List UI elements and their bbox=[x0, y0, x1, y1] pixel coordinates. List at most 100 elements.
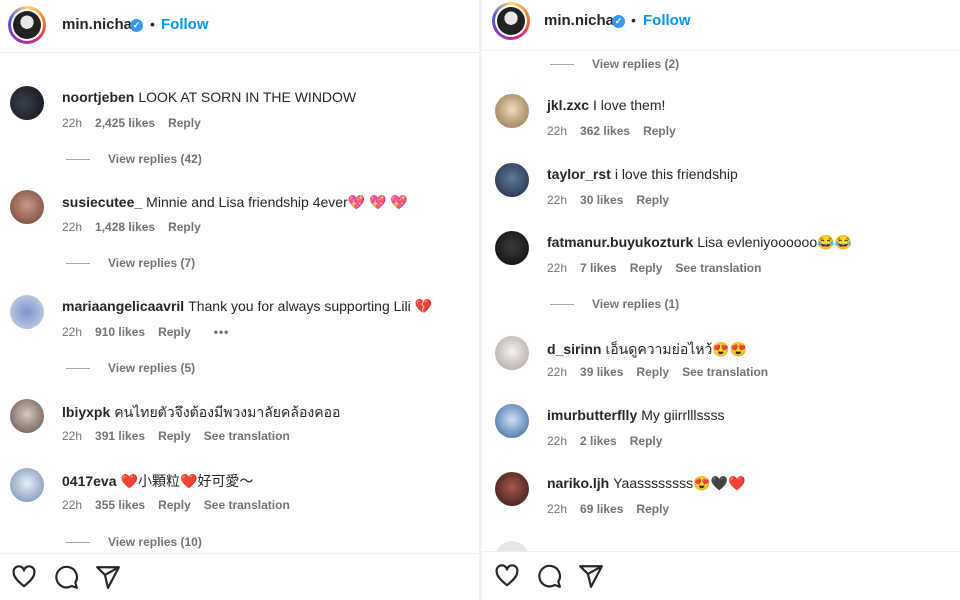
view-replies-button[interactable]: View replies (5) bbox=[66, 361, 195, 375]
comment-text: imurbutterflly My giirrlllssss bbox=[547, 407, 724, 423]
comment-time[interactable]: 22h bbox=[547, 193, 567, 207]
comment-username[interactable]: imurbutterflly bbox=[547, 407, 637, 423]
comment-time[interactable]: 22h bbox=[547, 261, 567, 275]
comment-username[interactable]: d_sirinn bbox=[547, 341, 601, 357]
replies-line bbox=[66, 368, 90, 370]
comment-username[interactable]: fatmanur.buyukozturk bbox=[547, 234, 693, 250]
reply-button[interactable]: Reply bbox=[630, 434, 663, 448]
comment-username[interactable]: mariaangelicaavril bbox=[62, 298, 184, 314]
comment-text: taylor_rst i love this friendship bbox=[547, 166, 738, 182]
follow-button[interactable]: Follow bbox=[643, 12, 691, 29]
see-translation-button[interactable]: See translation bbox=[204, 498, 290, 512]
view-replies-button[interactable]: View replies (2) bbox=[550, 57, 679, 71]
comment-time[interactable]: 22h bbox=[62, 498, 82, 512]
comment-likes[interactable]: 7 likes bbox=[580, 261, 617, 275]
comment-meta: 22h 69 likes Reply bbox=[547, 502, 682, 516]
comment-meta: 22h 362 likes Reply bbox=[547, 124, 689, 138]
see-translation-button[interactable]: See translation bbox=[204, 429, 290, 443]
comment-likes[interactable]: 355 likes bbox=[95, 498, 145, 512]
comment-time[interactable]: 22h bbox=[62, 429, 82, 443]
paper-plane-icon[interactable] bbox=[95, 564, 121, 590]
header-username[interactable]: min.nicha bbox=[62, 16, 132, 33]
comment-time[interactable]: 22h bbox=[547, 124, 567, 138]
comment-avatar[interactable] bbox=[10, 86, 44, 120]
comment-meta: 22h 1,428 likes Reply bbox=[62, 220, 214, 234]
view-replies-button[interactable]: View replies (10) bbox=[66, 535, 202, 549]
comment-username[interactable]: noortjeben bbox=[62, 89, 134, 105]
comment-likes[interactable]: 69 likes bbox=[580, 502, 623, 516]
comment-time[interactable]: 22h bbox=[62, 220, 82, 234]
comment-meta: 22h 30 likes Reply bbox=[547, 193, 682, 207]
comment-bubble-icon[interactable] bbox=[536, 563, 562, 589]
comment-avatar[interactable] bbox=[495, 404, 529, 438]
comment-time[interactable]: 22h bbox=[62, 325, 82, 339]
heart-outline-icon[interactable] bbox=[494, 563, 520, 589]
profile-avatar[interactable] bbox=[492, 2, 530, 40]
post-header: min.nicha ✓ • Follow bbox=[0, 0, 480, 53]
view-replies-button[interactable]: View replies (42) bbox=[66, 152, 202, 166]
profile-avatar[interactable] bbox=[8, 6, 46, 44]
comment-avatar[interactable] bbox=[10, 295, 44, 329]
comment-time[interactable]: 22h bbox=[62, 116, 82, 130]
header-separator: • bbox=[150, 16, 155, 32]
comment-username[interactable]: lbiyxpk bbox=[62, 404, 110, 420]
right-comments-panel: min.nicha ✓ • Follow View replies (2) jk… bbox=[482, 0, 960, 600]
comment-avatar[interactable] bbox=[495, 163, 529, 197]
comment-likes[interactable]: 362 likes bbox=[580, 124, 630, 138]
comment-username[interactable]: 0417eva bbox=[62, 473, 117, 489]
comment-avatar[interactable] bbox=[495, 94, 529, 128]
view-replies-label: View replies (5) bbox=[108, 361, 196, 375]
reply-button[interactable]: Reply bbox=[168, 220, 201, 234]
comment-avatar[interactable] bbox=[10, 399, 44, 433]
reply-button[interactable]: Reply bbox=[168, 116, 201, 130]
reply-button[interactable]: Reply bbox=[636, 502, 669, 516]
comment-text: 0417eva ❤️小顆粒❤️好可愛～ bbox=[62, 471, 253, 491]
comment-avatar[interactable] bbox=[495, 231, 529, 265]
reply-button[interactable]: Reply bbox=[636, 193, 669, 207]
reply-button[interactable]: Reply bbox=[643, 124, 676, 138]
comment-username[interactable]: taylor_rst bbox=[547, 166, 611, 182]
follow-button[interactable]: Follow bbox=[161, 16, 209, 33]
more-options-icon[interactable]: ••• bbox=[214, 325, 230, 339]
comment-meta: 22h 910 likes Reply ••• bbox=[62, 325, 242, 339]
comment-time[interactable]: 22h bbox=[547, 502, 567, 516]
heart-outline-icon[interactable] bbox=[11, 564, 37, 590]
comment-username[interactable]: susiecutee_ bbox=[62, 194, 142, 210]
see-translation-button[interactable]: See translation bbox=[682, 365, 768, 379]
comment-avatar[interactable] bbox=[495, 472, 529, 506]
comment-likes[interactable]: 30 likes bbox=[580, 193, 623, 207]
reply-button[interactable]: Reply bbox=[636, 365, 669, 379]
comment-text: noortjeben LOOK AT SORN IN THE WINDOW bbox=[62, 89, 356, 105]
view-replies-button[interactable]: View replies (1) bbox=[550, 297, 679, 311]
replies-line bbox=[550, 64, 574, 66]
comment-avatar[interactable] bbox=[10, 468, 44, 502]
comment-avatar[interactable] bbox=[495, 336, 529, 370]
reply-button[interactable]: Reply bbox=[630, 261, 663, 275]
replies-line bbox=[550, 304, 574, 306]
comment-likes[interactable]: 2 likes bbox=[580, 434, 617, 448]
comment-username[interactable]: jkl.zxc bbox=[547, 97, 589, 113]
reply-button[interactable]: Reply bbox=[158, 429, 191, 443]
verified-badge-icon: ✓ bbox=[612, 15, 625, 28]
view-replies-label: View replies (10) bbox=[108, 535, 202, 549]
comment-time[interactable]: 22h bbox=[547, 434, 567, 448]
comment-likes[interactable]: 910 likes bbox=[95, 325, 145, 339]
header-username[interactable]: min.nicha bbox=[544, 12, 614, 29]
replies-line bbox=[66, 542, 90, 544]
comment-bubble-icon[interactable] bbox=[53, 564, 79, 590]
comment-likes[interactable]: 1,428 likes bbox=[95, 220, 155, 234]
comment-body: Yaassssssss😍🖤❤️ bbox=[613, 475, 746, 491]
comment-body: Thank you for always supporting Lili 💔 bbox=[188, 298, 433, 314]
reply-button[interactable]: Reply bbox=[158, 325, 191, 339]
comment-username[interactable]: nariko.ljh bbox=[547, 475, 609, 491]
comment-likes[interactable]: 39 likes bbox=[580, 365, 623, 379]
comment-avatar[interactable] bbox=[10, 190, 44, 224]
comment-likes[interactable]: 391 likes bbox=[95, 429, 145, 443]
comment-likes[interactable]: 2,425 likes bbox=[95, 116, 155, 130]
reply-button[interactable]: Reply bbox=[158, 498, 191, 512]
post-header: min.nicha ✓ • Follow bbox=[482, 0, 960, 51]
see-translation-button[interactable]: See translation bbox=[675, 261, 761, 275]
paper-plane-icon[interactable] bbox=[578, 563, 604, 589]
comment-time[interactable]: 22h bbox=[547, 365, 567, 379]
view-replies-button[interactable]: View replies (7) bbox=[66, 256, 195, 270]
